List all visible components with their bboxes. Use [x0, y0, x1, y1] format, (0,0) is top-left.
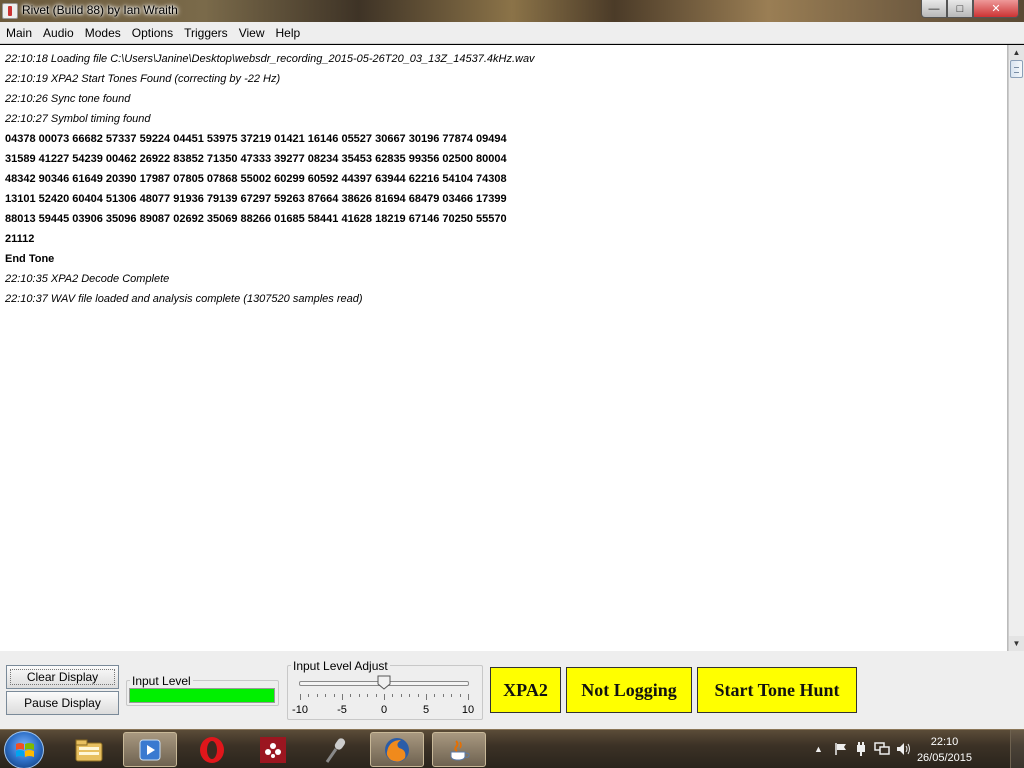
log-line: 22:10:27 Symbol timing found — [5, 113, 151, 125]
minimize-button[interactable]: — — [921, 0, 947, 18]
slider-tick — [325, 694, 326, 697]
slider-tick — [468, 694, 469, 700]
slider-tick — [409, 694, 410, 697]
firefox-icon[interactable] — [370, 732, 424, 767]
volume-speaker-icon[interactable] — [896, 742, 912, 759]
menu-options[interactable]: Options — [128, 26, 177, 40]
java-icon[interactable] — [432, 732, 486, 767]
input-level-meter — [129, 688, 275, 703]
system-clock[interactable]: 22:10 26/05/2015 — [917, 734, 972, 766]
window-title: Rivet (Build 88) by Ian Wraith — [22, 3, 178, 17]
log-line: 22:10:19 XPA2 Start Tones Found (correct… — [5, 73, 281, 85]
log-line: 22:10:18 Loading file C:\Users\Janine\De… — [5, 53, 535, 65]
menu-triggers[interactable]: Triggers — [180, 26, 232, 40]
slider-tick — [334, 694, 335, 697]
slider-tick — [460, 694, 461, 697]
log-line: 04378 00073 66682 57337 59224 04451 5397… — [5, 133, 507, 145]
menu-view[interactable]: View — [235, 26, 269, 40]
log-line: 31589 41227 54239 00462 26922 83852 7135… — [5, 153, 507, 165]
slider-tick — [384, 694, 385, 700]
opera-icon[interactable] — [185, 732, 239, 767]
clock-time: 22:10 — [930, 736, 959, 748]
log-line: End Tone — [5, 253, 55, 265]
input-level-fill — [130, 689, 274, 702]
slider-tick — [376, 694, 377, 697]
input-level-slider-thumb[interactable] — [377, 675, 391, 690]
log-line: 22:10:37 WAV file loaded and analysis co… — [5, 293, 363, 305]
slider-tick-label: 0 — [380, 704, 388, 716]
window-controls: — □ ✕ — [921, 0, 1019, 18]
menu-main[interactable]: Main — [2, 26, 36, 40]
slider-tick — [342, 694, 343, 700]
slider-tick-label: 5 — [422, 704, 430, 716]
start-button[interactable] — [4, 731, 44, 768]
menu-bar: Main Audio Modes Options Triggers View H… — [0, 22, 1024, 44]
slider-tick — [359, 694, 360, 697]
scroll-down-arrow-icon[interactable]: ▼ — [1009, 636, 1024, 651]
mendeley-icon[interactable] — [246, 732, 300, 767]
close-button[interactable]: ✕ — [973, 0, 1019, 18]
windows-explorer-icon[interactable] — [62, 732, 116, 767]
taskbar: ▲ 22:10 26/05/2015 — [0, 729, 1024, 768]
clear-display-button[interactable]: Clear Display — [6, 665, 119, 689]
slider-tick — [367, 694, 368, 697]
scroll-up-arrow-icon[interactable]: ▲ — [1009, 45, 1024, 60]
log-line: 48342 90346 61649 20390 17987 07805 0786… — [5, 173, 507, 185]
menu-help[interactable]: Help — [271, 26, 304, 40]
slider-tick-label: 10 — [461, 704, 475, 716]
slider-tick — [300, 694, 301, 700]
slider-tick — [350, 694, 351, 697]
decode-log-display[interactable]: 22:10:18 Loading file C:\Users\Janine\De… — [0, 45, 1008, 651]
rivet-app-icon[interactable] — [2, 3, 18, 19]
slider-tick — [401, 694, 402, 697]
action-center-flag-icon[interactable] — [834, 742, 848, 759]
log-line: 22:10:35 XPA2 Decode Complete — [5, 273, 170, 285]
system-tray: ▲ 22:10 26/05/2015 — [804, 730, 1024, 768]
log-line: 13101 52420 60404 51306 48077 91936 7913… — [5, 193, 507, 205]
mode-xpa2-button[interactable]: XPA2 — [490, 667, 561, 713]
log-line: 21112 — [5, 233, 35, 245]
show-desktop-button[interactable] — [1010, 730, 1024, 768]
menu-audio[interactable]: Audio — [39, 26, 78, 40]
slider-tick — [418, 694, 419, 697]
power-plug-icon[interactable] — [854, 742, 868, 759]
slider-tick-label: -10 — [292, 704, 308, 716]
clock-date: 26/05/2015 — [916, 752, 972, 764]
scroll-thumb[interactable] — [1010, 60, 1023, 78]
windows-logo-icon — [16, 743, 34, 757]
start-tone-hunt-button[interactable]: Start Tone Hunt — [697, 667, 857, 713]
slider-tick — [317, 694, 318, 697]
logging-status-button[interactable]: Not Logging — [566, 667, 692, 713]
input-level-label: Input Level — [130, 674, 193, 688]
tray-expand-icon[interactable]: ▲ — [814, 744, 823, 754]
log-line: 22:10:26 Sync tone found — [5, 93, 131, 105]
slider-tick — [434, 694, 435, 697]
slider-tick-label: -5 — [337, 704, 347, 716]
menu-modes[interactable]: Modes — [81, 26, 125, 40]
slider-tick — [451, 694, 452, 697]
log-line: 88013 59445 03906 35096 89087 02692 3506… — [5, 213, 507, 225]
slider-tick — [392, 694, 393, 697]
slider-tick — [308, 694, 309, 697]
pause-display-button[interactable]: Pause Display — [6, 691, 119, 715]
slider-tick — [443, 694, 444, 697]
maximize-button[interactable]: □ — [947, 0, 973, 18]
vertical-scrollbar[interactable]: ▲ ▼ — [1008, 45, 1024, 651]
slider-tick — [426, 694, 427, 700]
microphone-icon[interactable] — [308, 732, 362, 767]
input-level-adjust-label: Input Level Adjust — [291, 659, 390, 673]
network-icon[interactable] — [874, 742, 890, 759]
title-bar[interactable]: Rivet (Build 88) by Ian Wraith — □ ✕ — [0, 0, 1024, 22]
media-player-icon[interactable] — [123, 732, 177, 767]
